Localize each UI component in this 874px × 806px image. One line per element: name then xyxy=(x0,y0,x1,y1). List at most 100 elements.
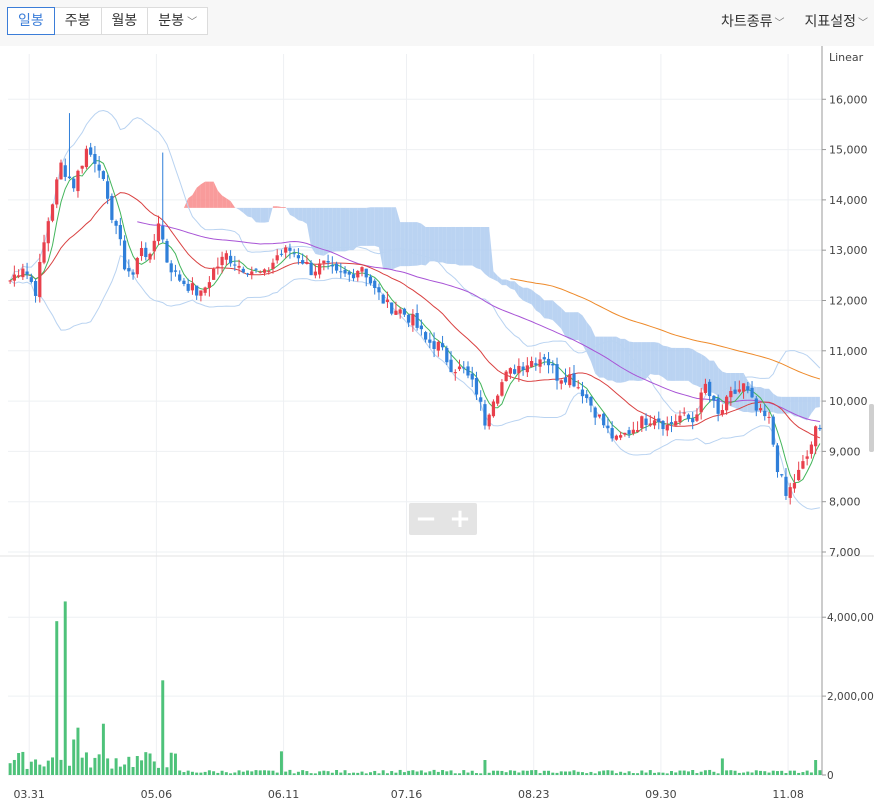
tab-weekly[interactable]: 주봉 xyxy=(54,7,102,35)
cloud-segment xyxy=(239,207,244,213)
cloud-segment xyxy=(366,207,371,246)
tab-minute[interactable]: 분봉 ﹀ xyxy=(148,7,209,35)
cloud-segment xyxy=(298,207,303,222)
volume-bar xyxy=(602,770,606,775)
candle-body xyxy=(233,264,237,266)
volume-bar xyxy=(271,770,275,775)
price-tick-label: 12,000 xyxy=(829,294,868,307)
zoom-control: − + xyxy=(409,503,477,535)
volume-bar xyxy=(530,770,534,775)
cloud-segment xyxy=(260,207,265,223)
candle-body xyxy=(42,242,46,263)
cloud-segment xyxy=(281,206,286,208)
volume-bars xyxy=(8,601,822,775)
volume-bar xyxy=(89,767,93,775)
volume-bar xyxy=(93,757,97,775)
volume-bar xyxy=(339,772,343,775)
candle-body xyxy=(640,416,644,429)
candle-body xyxy=(216,266,220,268)
cloud-segment xyxy=(637,342,642,381)
candle-body xyxy=(258,271,262,273)
volume-bar xyxy=(504,772,508,775)
candle-body xyxy=(38,261,42,298)
volume-bar xyxy=(84,752,88,775)
volume-tick-label: 2,000,000 xyxy=(827,691,874,703)
cloud-segment xyxy=(688,347,693,385)
cloud-segment xyxy=(582,315,587,353)
cloud-segment xyxy=(798,396,803,419)
candle-body xyxy=(254,268,258,270)
volume-bar xyxy=(636,773,640,775)
volume-bar xyxy=(72,739,76,775)
price-tick-label: 14,000 xyxy=(829,194,868,207)
volume-bar xyxy=(80,757,84,775)
cloud-segment xyxy=(654,342,659,375)
cloud-segment xyxy=(544,300,549,319)
volume-bar xyxy=(140,760,144,775)
zoom-out-button[interactable]: − xyxy=(409,503,443,535)
candle-body xyxy=(453,372,457,374)
scroll-handle[interactable] xyxy=(869,404,874,452)
candle-body xyxy=(101,171,106,180)
chevron-down-icon: ﹀ xyxy=(774,18,785,29)
cloud-segment xyxy=(328,207,333,254)
volume-bar xyxy=(686,771,690,775)
candle-body xyxy=(470,373,474,380)
candle-body xyxy=(110,195,114,220)
volume-bar xyxy=(296,771,300,775)
stock-chart[interactable]: 03.31 05.06 06.11 07.16 08.23 09.30 11.08 Linea… xyxy=(0,46,874,806)
volume-bar xyxy=(572,770,576,775)
tab-daily[interactable]: 일봉 xyxy=(7,7,55,35)
candle-body xyxy=(262,269,267,273)
cloud-segment xyxy=(294,207,299,221)
volume-bar xyxy=(161,680,165,775)
ma5-line xyxy=(9,160,821,484)
cloud-segment xyxy=(451,226,456,265)
cloud-segment xyxy=(158,253,163,261)
volume-bar xyxy=(576,771,580,775)
volume-bar xyxy=(157,767,160,775)
candle-body xyxy=(576,387,580,389)
candle-body xyxy=(652,420,657,426)
cloud-segment xyxy=(357,207,363,246)
chart-type-menu[interactable]: 차트종류 ﹀ xyxy=(721,11,785,31)
tab-minute-label: 분봉 xyxy=(158,13,185,29)
cloud-segment xyxy=(807,396,812,421)
candle-body xyxy=(343,269,347,274)
tab-monthly[interactable]: 월봉 xyxy=(101,7,149,35)
cloud-segment xyxy=(446,226,452,265)
cloud-segment xyxy=(569,312,574,341)
volume-bar xyxy=(508,770,512,775)
candle-body xyxy=(466,366,470,376)
volume-bar xyxy=(559,771,563,775)
cloud-segment xyxy=(442,226,447,264)
cloud-segment xyxy=(374,207,379,248)
candle-body xyxy=(139,248,144,257)
cloud-segment xyxy=(493,271,498,282)
candle-body xyxy=(534,363,538,365)
cloud-segment xyxy=(230,201,235,208)
cloud-segment xyxy=(175,207,180,231)
volume-bar xyxy=(746,771,750,775)
volume-bar xyxy=(614,773,618,775)
cloud-segment xyxy=(501,279,507,286)
volume-bar xyxy=(118,766,122,775)
volume-bar xyxy=(144,752,148,775)
indicator-menu[interactable]: 지표설정 ﹀ xyxy=(804,11,868,31)
cloud-segment xyxy=(769,388,774,413)
zoom-in-button[interactable]: + xyxy=(443,503,477,535)
candle-body xyxy=(555,364,559,381)
candle-body xyxy=(758,408,763,411)
candle-body xyxy=(496,395,500,404)
candle-body xyxy=(381,294,385,304)
candle-body xyxy=(814,426,818,447)
volume-bar xyxy=(458,773,461,775)
volume-bar xyxy=(491,770,495,775)
volume-bar xyxy=(229,773,233,775)
volume-bar xyxy=(716,773,720,775)
volume-bar xyxy=(737,772,741,775)
volume-bar xyxy=(428,771,432,775)
candle-body xyxy=(419,325,423,330)
candle-body xyxy=(16,275,21,277)
candle-body xyxy=(368,276,373,284)
